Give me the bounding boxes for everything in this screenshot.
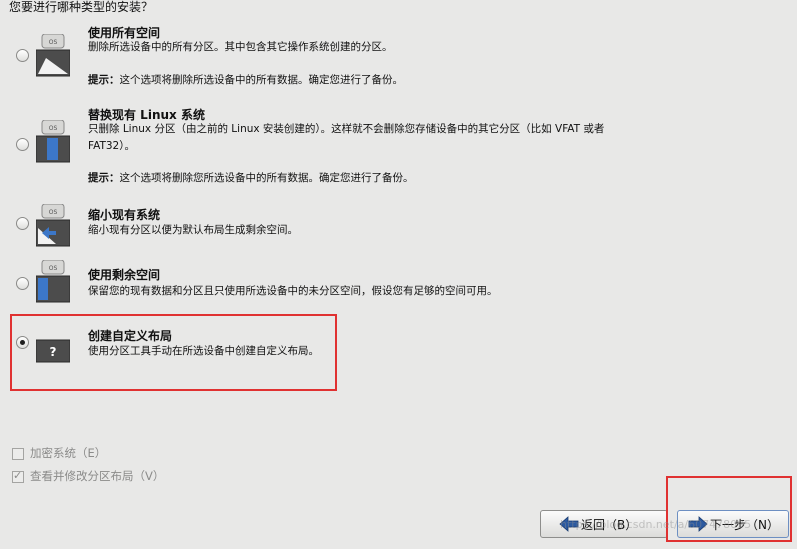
option-use-all-space[interactable]: OS 使用所有空间 删除所选设备中的所有分区。其中包含其它操作系统创建的分区。 …: [0, 22, 680, 92]
selection-highlight-box: [10, 314, 337, 391]
svg-text:OS: OS: [49, 39, 58, 46]
disk-free-space-icon: OS: [36, 260, 70, 303]
radio-shrink-system[interactable]: [16, 217, 29, 230]
radio-use-free-space[interactable]: [16, 277, 29, 290]
option-shrink-system[interactable]: OS 缩小现有系统 缩小现有分区以便为默认布局生成剩余空间。: [0, 204, 680, 254]
option-tip: 提示：这个选项将删除所选设备中的所有数据。确定您进行了备份。: [88, 72, 403, 87]
radio-use-all-space[interactable]: [16, 49, 29, 62]
option-tip: 提示：这个选项将删除您所选设备中的所有数据。确定您进行了备份。: [88, 170, 414, 185]
option-desc: 只删除 Linux 分区（由之前的 Linux 安装创建的）。这样就不会删除您存…: [88, 123, 605, 152]
encrypt-system-checkbox-row[interactable]: 加密系统（E）: [12, 445, 106, 461]
option-desc: 保留您的现有数据和分区且只使用所选设备中的未分区空间，假设您有足够的空间可用。: [88, 285, 498, 297]
next-highlight-box: [666, 476, 792, 542]
encrypt-system-label: 加密系统（E）: [30, 446, 107, 460]
disk-os-icon: OS: [36, 34, 70, 77]
option-desc: 删除所选设备中的所有分区。其中包含其它操作系统创建的分区。: [88, 41, 393, 53]
tip-label: 提示：: [88, 74, 120, 86]
install-type-question: 您要进行哪种类型的安装？: [9, 0, 154, 14]
watermark-text: https://blog.csdn.net/a/607478095: [560, 518, 752, 531]
tip-label: 提示：: [88, 172, 120, 184]
tip-text: 这个选项将删除您所选设备中的所有数据。确定您进行了备份。: [119, 172, 414, 184]
option-desc: 缩小现有分区以便为默认布局生成剩余空间。: [88, 224, 298, 236]
option-title: 使用剩余空间: [88, 268, 161, 282]
review-layout-label: 查看并修改分区布局（V）: [30, 469, 165, 483]
review-layout-checkbox-row[interactable]: 查看并修改分区布局（V）: [12, 468, 164, 484]
disk-linux-icon: OS: [36, 120, 70, 163]
svg-text:OS: OS: [49, 209, 58, 216]
option-use-free-space[interactable]: OS 使用剩余空间 保留您的现有数据和分区且只使用所选设备中的未分区空间，假设您…: [0, 260, 680, 314]
disk-shrink-icon: OS: [36, 204, 70, 247]
radio-replace-linux[interactable]: [16, 138, 29, 151]
tip-text: 这个选项将删除所选设备中的所有数据。确定您进行了备份。: [119, 74, 404, 86]
option-replace-linux[interactable]: OS 替换现有 Linux 系统 只删除 Linux 分区（由之前的 Linux…: [0, 104, 680, 189]
encrypt-system-checkbox[interactable]: [12, 447, 24, 460]
svg-text:OS: OS: [49, 125, 58, 132]
svg-text:OS: OS: [49, 265, 58, 272]
review-layout-checkbox[interactable]: [12, 469, 24, 483]
option-title: 缩小现有系统: [88, 208, 161, 222]
